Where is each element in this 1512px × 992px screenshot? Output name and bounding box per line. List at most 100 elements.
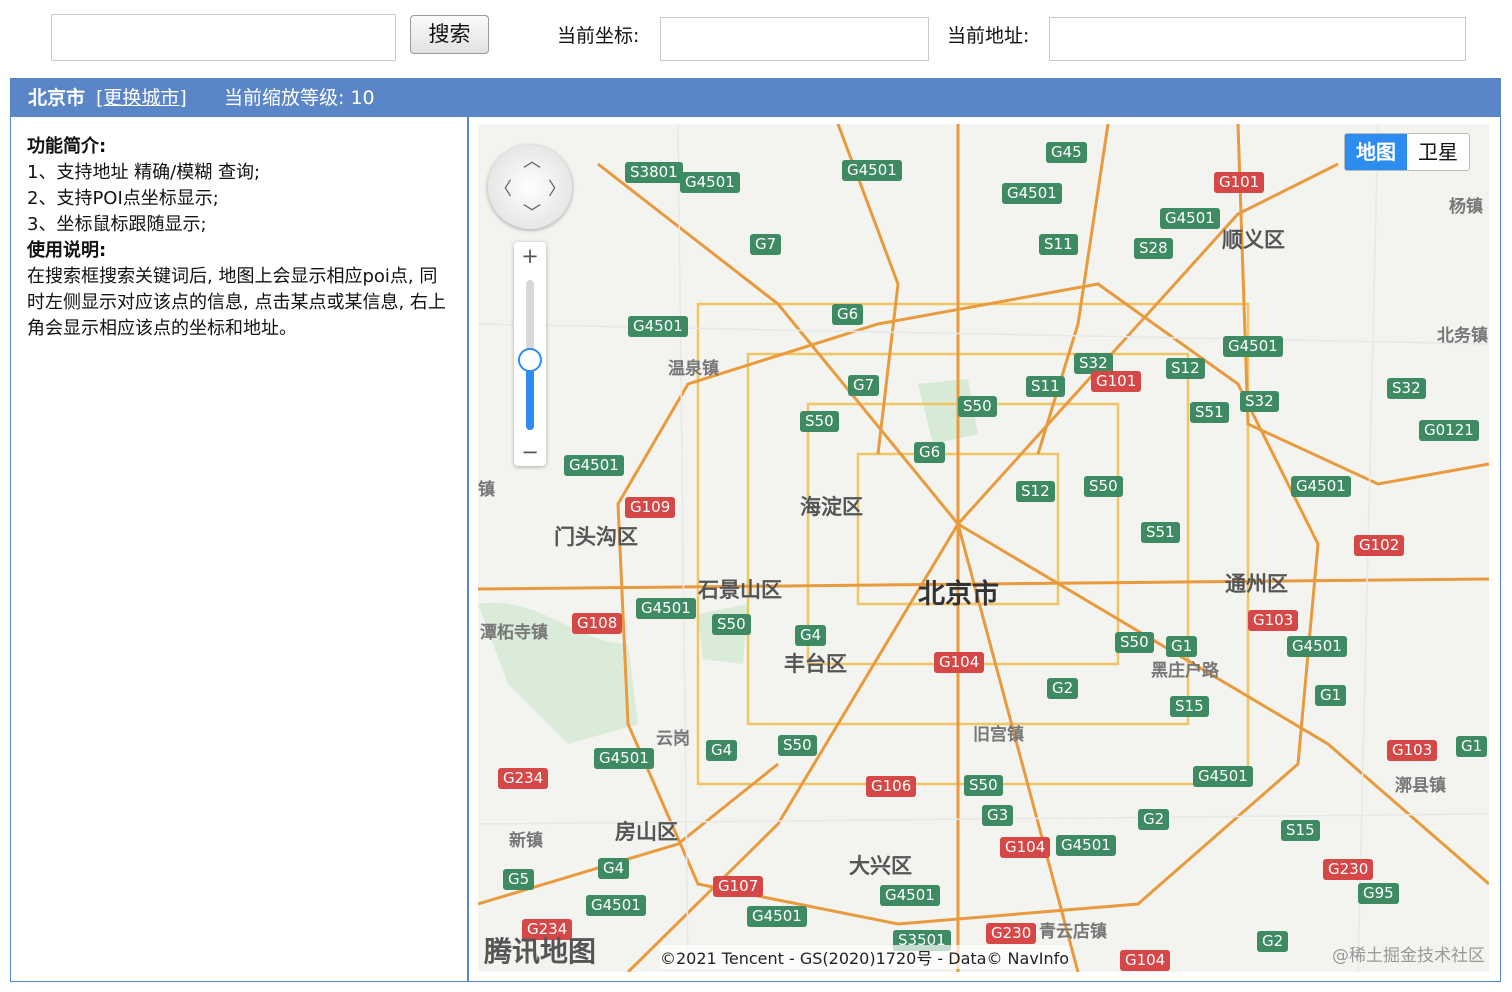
road-shield: S51	[1190, 402, 1229, 423]
place-label: 镇	[478, 480, 495, 500]
map-canvas[interactable]: 北京市 海淀区 门头沟区 石景山区 丰台区 通州区 顺义区 房山区 大兴区 温泉…	[478, 124, 1489, 972]
tencent-map-logo: 腾讯地图	[484, 935, 597, 968]
road-shield: G107	[713, 876, 764, 897]
road-shield: G6	[914, 442, 946, 463]
road-shield: S11	[1026, 376, 1065, 397]
road-shield: G109	[625, 497, 676, 518]
road-shield: G4501	[680, 172, 740, 193]
info-sidebar: 功能简介: 1、支持地址 精确/模糊 查询; 2、支持POI点坐标显示; 3、坐…	[11, 117, 469, 981]
pan-right-icon[interactable]: 〉	[548, 175, 566, 201]
road-shield: G1	[1456, 736, 1488, 757]
road-shield: G104	[1000, 837, 1051, 858]
zoom-control[interactable]: + −	[514, 242, 546, 466]
road-shield: S50	[964, 775, 1003, 796]
search-button[interactable]: 搜索	[410, 15, 489, 54]
road-shield: G4501	[747, 906, 807, 927]
road-shield: G4501	[880, 885, 940, 906]
road-shield: G4501	[564, 455, 624, 476]
road-shield: G4501	[842, 160, 902, 181]
place-label: 顺义区	[1222, 228, 1285, 252]
road-shield: G7	[750, 234, 782, 255]
pan-down-icon[interactable]: ﹀	[523, 199, 541, 225]
road-shield: S50	[712, 614, 751, 635]
road-shield: G4	[706, 740, 738, 761]
place-label: 青云店镇	[1039, 922, 1107, 942]
road-shield: G103	[1248, 610, 1299, 631]
intro-item: 1、支持地址 精确/模糊 查询;	[27, 162, 261, 183]
road-shield: S28	[1134, 238, 1173, 259]
road-shield: G95	[1358, 883, 1399, 904]
road-shield: G230	[1323, 859, 1374, 880]
place-label: 通州区	[1225, 572, 1288, 596]
usage-text: 在搜索框搜索关键词后, 地图上会显示相应poi点, 同时左侧显示对应该点的信息,…	[27, 266, 446, 339]
road-shield: G4501	[1193, 766, 1253, 787]
pan-left-icon[interactable]: 〈	[494, 175, 512, 201]
road-shield: S3801	[625, 162, 683, 183]
road-shield: G4501	[1223, 336, 1283, 357]
road-shield: G2	[1138, 809, 1170, 830]
road-shield: G106	[866, 776, 917, 797]
map-type-satellite-button[interactable]: 卫星	[1407, 134, 1469, 170]
road-shield: G45	[1046, 142, 1087, 163]
road-shield: G4501	[636, 598, 696, 619]
road-shield: S50	[1115, 632, 1154, 653]
watermark: @稀土掘金技术社区	[1332, 946, 1485, 966]
road-shield: G3	[982, 805, 1014, 826]
road-shield: G2	[1047, 678, 1079, 699]
road-shield: S51	[1141, 522, 1180, 543]
address-label: 当前地址:	[947, 25, 1030, 47]
road-shield: G1	[1315, 685, 1347, 706]
road-shield: S12	[1166, 358, 1205, 379]
pan-up-icon[interactable]: ︿	[523, 147, 541, 173]
zoom-in-button[interactable]: +	[514, 244, 546, 268]
road-shield: G4	[795, 625, 827, 646]
road-shield: S50	[1084, 476, 1123, 497]
place-label: 潭柘寺镇	[480, 623, 548, 643]
intro-item: 3、坐标鼠标跟随显示;	[27, 214, 207, 235]
pan-control[interactable]: ︿ 〈 〉 ﹀	[488, 145, 572, 229]
place-label: 旧宫镇	[973, 725, 1024, 745]
place-label: 门头沟区	[554, 525, 638, 549]
road-shield: S12	[1016, 481, 1055, 502]
road-shield: S50	[778, 735, 817, 756]
address-field[interactable]	[1049, 17, 1466, 61]
road-shield: G2	[1257, 931, 1289, 952]
place-label: 海淀区	[800, 495, 863, 519]
road-shield: G108	[572, 613, 623, 634]
zoom-out-button[interactable]: −	[514, 440, 546, 464]
road-shield: S32	[1387, 378, 1426, 399]
place-label: 石景山区	[698, 578, 782, 602]
road-shield: S50	[800, 411, 839, 432]
intro-item: 2、支持POI点坐标显示;	[27, 188, 219, 209]
road-shield: G0121	[1419, 420, 1479, 441]
map-panel: 北京市 [更换城市] 当前缩放等级: 10 功能简介: 1、支持地址 精确/模糊…	[10, 78, 1501, 982]
road-shield: G4501	[1291, 476, 1351, 497]
change-city-link[interactable]: [更换城市]	[96, 79, 187, 117]
panel-header: 北京市 [更换城市] 当前缩放等级: 10	[11, 79, 1500, 117]
place-label: 北京市	[918, 579, 999, 610]
road-shield: G1	[1166, 636, 1198, 657]
coordinate-field[interactable]	[660, 17, 929, 61]
road-shield: G4	[598, 858, 630, 879]
road-shield: G7	[848, 375, 880, 396]
road-shield: G5	[503, 869, 535, 890]
road-shield: G4501	[1056, 835, 1116, 856]
road-shield: G102	[1354, 535, 1405, 556]
road-shield: S15	[1170, 696, 1209, 717]
road-shield: G104	[1120, 950, 1171, 971]
search-input[interactable]	[51, 14, 396, 61]
place-label: 丰台区	[784, 652, 847, 676]
road-shield: G4501	[594, 748, 654, 769]
road-shield: S50	[958, 396, 997, 417]
intro-title: 功能简介:	[27, 136, 107, 157]
zoom-slider-handle[interactable]	[518, 348, 542, 372]
road-shield: G234	[498, 768, 549, 789]
place-label: 新镇	[509, 831, 543, 851]
place-label: 温泉镇	[668, 359, 719, 379]
place-label: 黑庄户路	[1151, 661, 1219, 681]
map-type-map-button[interactable]: 地图	[1345, 134, 1407, 170]
place-label: 北务镇	[1437, 326, 1488, 346]
place-label: 房山区	[615, 820, 678, 844]
road-shield: G4501	[628, 316, 688, 337]
zoom-level-text: 当前缩放等级: 10	[224, 87, 375, 109]
